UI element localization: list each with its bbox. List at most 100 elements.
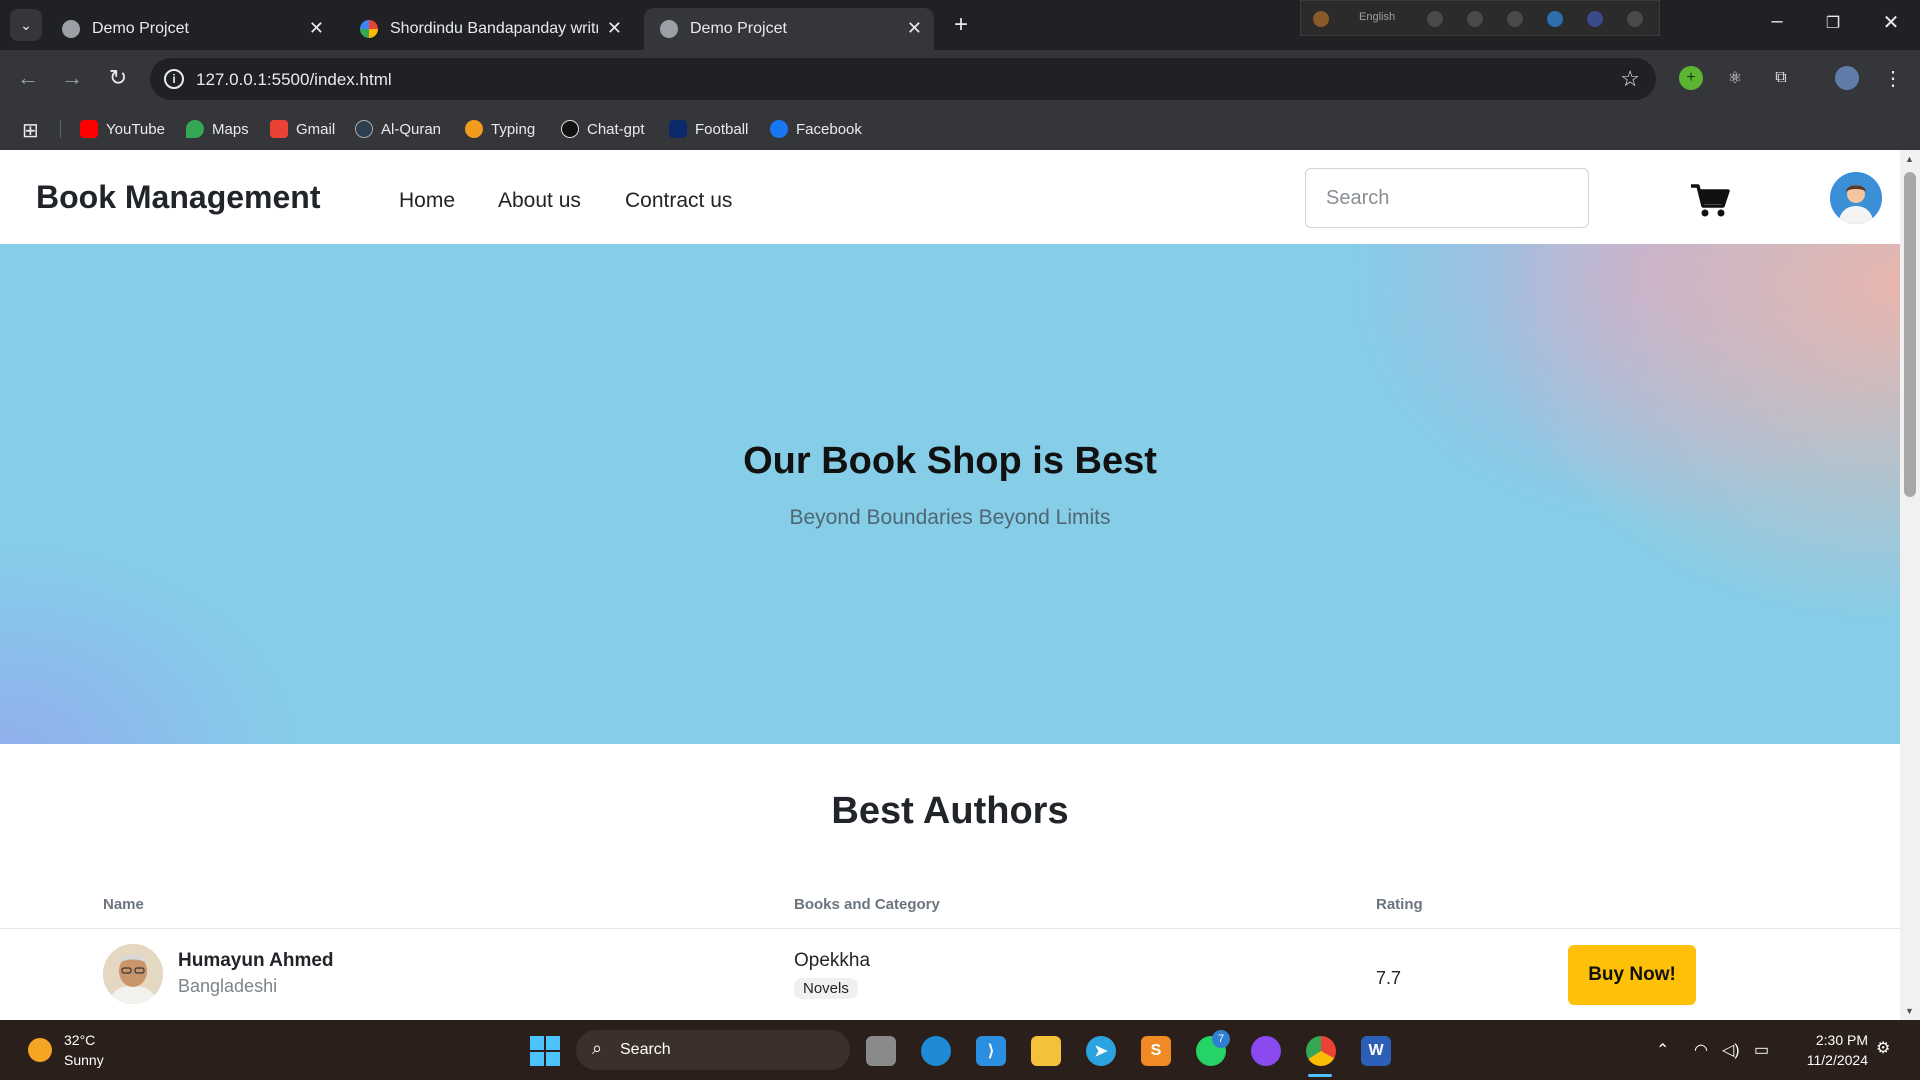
bookmark-label: Chat-gpt <box>587 120 645 138</box>
clock-time[interactable]: 2:30 PM <box>1796 1032 1868 1048</box>
back-arrow-icon[interactable]: ← <box>13 65 43 91</box>
bookmark-label: Al-Quran <box>381 120 442 138</box>
cart-icon[interactable] <box>1690 182 1730 218</box>
profile-avatar-icon[interactable] <box>1835 66 1859 90</box>
browser-tab-strip: ⌄ Demo Projcet ✕ Shordindu Bandapanday w… <box>0 0 1920 50</box>
taskbar-search[interactable]: ⌕ Search <box>576 1030 850 1070</box>
help-icon[interactable] <box>1587 11 1603 27</box>
telegram-icon[interactable]: ➤ <box>1086 1036 1116 1066</box>
bookmark-al-quran[interactable]: Al-Quran <box>355 108 441 150</box>
wifi-icon[interactable]: ◠ <box>1694 1040 1708 1060</box>
chrome-icon[interactable] <box>1306 1036 1336 1066</box>
bookmark-separator <box>60 120 61 138</box>
notification-icon[interactable]: ⚙ <box>1876 1038 1890 1058</box>
weather-condition[interactable]: Sunny <box>64 1052 104 1068</box>
language-label[interactable]: English <box>1359 11 1395 23</box>
restore-icon[interactable]: ❐ <box>1818 13 1848 33</box>
ime-icon[interactable] <box>1313 11 1329 27</box>
windows-start-icon[interactable] <box>530 1036 560 1066</box>
pen-icon[interactable] <box>1467 11 1483 27</box>
globe-icon <box>660 20 678 38</box>
sublime-text-icon[interactable]: S <box>1141 1036 1171 1066</box>
bookmark-label: Facebook <box>796 120 862 138</box>
browser-tab-3-active[interactable]: Demo Projcet ✕ <box>644 8 934 50</box>
nav-link-home[interactable]: Home <box>399 189 455 213</box>
table-divider <box>0 928 1900 929</box>
hero-subtitle: Beyond Boundaries Beyond Limits <box>789 506 1111 529</box>
buy-now-button[interactable]: Buy Now! <box>1568 945 1696 1005</box>
vscode-icon[interactable]: ⟩ <box>976 1036 1006 1066</box>
close-icon[interactable]: ✕ <box>907 18 922 39</box>
tab-title: Shordindu Bandapanday writr - <box>390 20 598 37</box>
tab-title: Demo Projcet <box>690 20 787 37</box>
typing-icon <box>465 120 483 138</box>
bookmark-youtube[interactable]: YouTube <box>80 108 165 150</box>
user-avatar-icon <box>1830 172 1882 224</box>
new-tab-button[interactable]: + <box>948 11 974 38</box>
file-explorer-icon[interactable] <box>1031 1036 1061 1066</box>
tab-search-button[interactable]: ⌄ <box>10 9 42 41</box>
site-brand[interactable]: Book Management <box>36 179 320 216</box>
chatgpt-icon <box>561 120 579 138</box>
word-icon[interactable]: W <box>1361 1036 1391 1066</box>
reload-icon[interactable]: ↻ <box>103 65 133 91</box>
chevron-down-icon: ⌄ <box>20 16 32 33</box>
search-input[interactable] <box>1305 168 1589 228</box>
author-rating: 7.7 <box>1376 968 1402 988</box>
extensions-puzzle-icon[interactable]: ⧉ <box>1769 66 1793 90</box>
nav-link-contact[interactable]: Contract us <box>625 189 732 213</box>
info-icon[interactable] <box>1627 11 1643 27</box>
browser-tab-1[interactable]: Demo Projcet ✕ <box>46 8 336 50</box>
extension-green-icon[interactable]: + <box>1679 66 1703 90</box>
language-bar: English <box>1300 0 1660 36</box>
site-info-icon[interactable]: i <box>164 69 184 89</box>
react-devtools-icon[interactable]: ⚛ <box>1723 66 1747 90</box>
apps-grid-icon[interactable]: ⊞ <box>22 118 39 143</box>
quran-icon <box>355 120 373 138</box>
task-view-icon[interactable] <box>866 1036 896 1066</box>
show-hidden-icons-chevron[interactable]: ⌃ <box>1656 1040 1669 1060</box>
clock-date[interactable]: 11/2/2024 <box>1780 1052 1868 1068</box>
youtube-icon <box>80 120 98 138</box>
weather-temperature[interactable]: 32°C <box>64 1032 95 1048</box>
edge-icon[interactable] <box>1547 11 1563 27</box>
scroll-down-icon[interactable]: ▼ <box>1905 1006 1914 1016</box>
messenger-icon[interactable] <box>1251 1036 1281 1066</box>
bookmark-typing[interactable]: Typing <box>465 108 535 150</box>
minimize-icon[interactable]: – <box>1762 10 1792 33</box>
column-header-name: Name <box>103 896 144 913</box>
gear-icon[interactable] <box>1507 11 1523 27</box>
page-scrollbar[interactable]: ▲ ▼ <box>1900 150 1920 1020</box>
bookmark-facebook[interactable]: Facebook <box>770 108 862 150</box>
url-text[interactable]: 127.0.0.1:5500/index.html <box>196 70 392 90</box>
user-avatar[interactable] <box>1830 172 1882 224</box>
football-icon <box>669 120 687 138</box>
bookmark-maps[interactable]: Maps <box>186 108 249 150</box>
volume-icon[interactable]: ◁) <box>1722 1040 1740 1060</box>
battery-icon[interactable]: ▭ <box>1754 1040 1769 1060</box>
edge-browser-icon[interactable] <box>921 1036 951 1066</box>
window-close-icon[interactable]: ✕ <box>1876 10 1906 35</box>
close-icon[interactable]: ✕ <box>607 18 622 39</box>
sun-icon[interactable] <box>28 1038 52 1062</box>
bookmark-label: Typing <box>491 120 536 138</box>
book-category-badge: Novels <box>794 978 858 999</box>
column-header-books: Books and Category <box>794 896 940 913</box>
keyboard-icon[interactable] <box>1427 11 1443 27</box>
scrollbar-thumb[interactable] <box>1904 172 1916 497</box>
bookmarks-bar: ⊞ YouTube Maps Gmail Al-Quran Typing Cha… <box>0 108 1920 150</box>
gmail-icon <box>270 120 288 138</box>
bookmark-chat-gpt[interactable]: Chat-gpt <box>561 108 645 150</box>
author-country: Bangladeshi <box>178 976 278 996</box>
nav-link-about[interactable]: About us <box>498 189 581 213</box>
bookmark-gmail[interactable]: Gmail <box>270 108 335 150</box>
forward-arrow-icon[interactable]: → <box>57 65 87 91</box>
menu-dots-icon[interactable]: ⋮ <box>1881 66 1905 90</box>
page-viewport: Book Management Home About us Contract u… <box>0 150 1920 1020</box>
close-icon[interactable]: ✕ <box>309 18 324 39</box>
scroll-up-icon[interactable]: ▲ <box>1905 154 1914 164</box>
bookmark-football[interactable]: Football <box>669 108 748 150</box>
bookmark-star-icon[interactable]: ☆ <box>1620 66 1640 92</box>
address-bar[interactable]: i 127.0.0.1:5500/index.html ☆ <box>150 58 1656 100</box>
browser-tab-2[interactable]: Shordindu Bandapanday writr - ✕ <box>344 8 634 50</box>
